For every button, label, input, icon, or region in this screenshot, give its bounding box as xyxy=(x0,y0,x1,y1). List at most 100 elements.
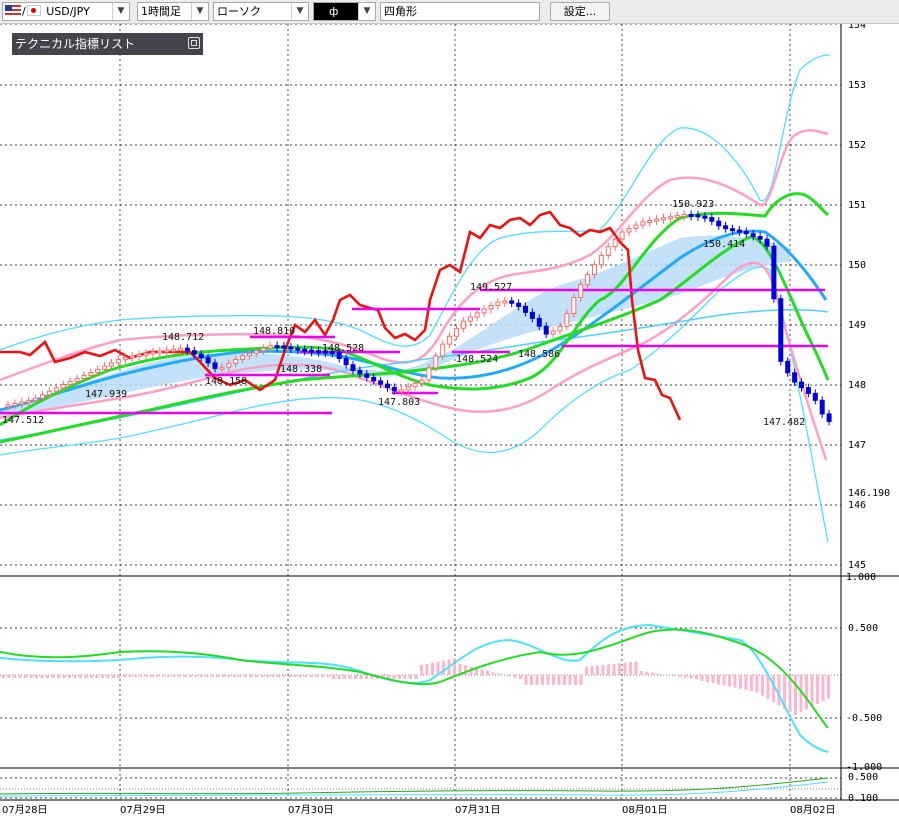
candle xyxy=(198,353,204,359)
candle xyxy=(295,347,301,351)
candle xyxy=(612,238,618,248)
candle xyxy=(150,351,156,355)
candle xyxy=(723,225,729,230)
candle xyxy=(378,380,384,385)
shape-field[interactable]: 四角形 xyxy=(380,2,540,21)
sub-tick: 0.100 xyxy=(848,793,878,804)
macd-bar xyxy=(200,675,203,677)
candle xyxy=(391,386,397,392)
price-tick: 152 xyxy=(848,140,866,151)
macd-bar xyxy=(134,675,137,677)
chart-type-select[interactable]: ローソク ▼ xyxy=(213,2,309,21)
settings-button[interactable]: 設定... xyxy=(550,2,610,21)
macd-bar xyxy=(722,675,726,686)
macd-bar xyxy=(733,675,737,688)
candle xyxy=(709,217,715,222)
macd-bar xyxy=(640,671,643,675)
symbol-select[interactable]: / USD/JPY ▼ xyxy=(2,2,130,21)
technical-indicator-panel[interactable]: テクニカル指標リスト xyxy=(12,33,203,55)
macd-bar xyxy=(711,675,715,684)
price-tick: 154 xyxy=(848,24,866,31)
macd-bar xyxy=(717,675,720,685)
price-tick: 147 xyxy=(848,440,866,451)
macd-bar xyxy=(84,675,88,678)
macd-bar xyxy=(359,675,363,679)
macd-bar xyxy=(794,675,797,715)
macd-bar xyxy=(7,675,11,678)
candle xyxy=(688,213,694,217)
macd-bar xyxy=(172,675,176,677)
macd-bar xyxy=(563,675,566,685)
macd-bar xyxy=(398,675,401,679)
candle xyxy=(619,231,625,240)
candle xyxy=(785,360,791,374)
macd-bar xyxy=(304,675,308,677)
candle xyxy=(364,373,370,378)
candle xyxy=(212,362,218,369)
macd-bar xyxy=(112,675,115,678)
macd-bar xyxy=(497,673,500,675)
chart-area[interactable]: 147.512 147.939 148.712 148.158 148.810 … xyxy=(0,24,899,818)
candle xyxy=(81,375,87,380)
macd-tick: -0.500 xyxy=(846,713,882,724)
macd-bar xyxy=(2,675,5,678)
macd-bar xyxy=(62,675,66,678)
candle xyxy=(60,383,66,389)
candle xyxy=(136,354,142,358)
candle xyxy=(129,355,135,359)
macd-bar xyxy=(442,660,445,675)
annotation: 148.528 xyxy=(322,343,364,354)
macd-bar xyxy=(750,675,753,691)
macd-tick: 1.000 xyxy=(846,572,876,583)
macd-bar xyxy=(57,675,60,678)
drawing-tool-select[interactable]: ф ▼ xyxy=(313,2,376,21)
macd-bar xyxy=(106,675,110,678)
annotation: 148.712 xyxy=(162,332,204,343)
macd-bar xyxy=(695,675,698,680)
macd-bar xyxy=(634,661,638,675)
macd-bar xyxy=(156,675,159,677)
macd-bar xyxy=(249,675,253,677)
macd-bar xyxy=(761,675,764,696)
candle xyxy=(433,355,439,369)
macd-bar xyxy=(623,662,627,675)
candle xyxy=(516,302,522,307)
candle xyxy=(33,397,39,402)
candle xyxy=(398,389,404,393)
macd-bar xyxy=(238,675,242,677)
macd-bar xyxy=(150,675,154,677)
timeframe-select[interactable]: 1時間足 ▼ xyxy=(137,2,209,21)
macd-bar xyxy=(596,665,599,675)
candle xyxy=(350,364,356,372)
macd-bar xyxy=(574,675,577,685)
candle xyxy=(302,348,308,352)
candle xyxy=(74,378,80,382)
macd-bar xyxy=(222,675,225,677)
chevron-down-icon[interactable]: ▼ xyxy=(191,3,208,20)
macd-bar xyxy=(51,675,55,678)
chevron-down-icon[interactable]: ▼ xyxy=(112,3,129,20)
macd-bar xyxy=(365,675,368,679)
candle xyxy=(385,383,390,388)
candle xyxy=(247,352,252,357)
candle xyxy=(771,245,777,300)
chevron-down-icon[interactable]: ▼ xyxy=(358,3,375,20)
macd-bar xyxy=(409,675,412,679)
sub-axis: 0.500 0.100 xyxy=(848,772,878,804)
annotation: 147.512 xyxy=(2,415,44,426)
macd-bar xyxy=(332,675,335,679)
macd-bar xyxy=(684,675,687,678)
macd-bar xyxy=(414,675,418,679)
candle xyxy=(219,366,225,370)
macd-bar xyxy=(310,675,313,677)
chevron-down-icon[interactable]: ▼ xyxy=(291,3,308,20)
restore-icon[interactable] xyxy=(188,37,200,49)
candle xyxy=(447,335,453,345)
candle xyxy=(695,214,701,218)
macd-bar xyxy=(18,675,22,678)
macd-bar xyxy=(535,675,539,685)
macd-bar xyxy=(117,675,121,678)
macd-bar xyxy=(728,675,731,687)
candle xyxy=(46,390,52,396)
macd-tick: 0.500 xyxy=(848,623,878,634)
